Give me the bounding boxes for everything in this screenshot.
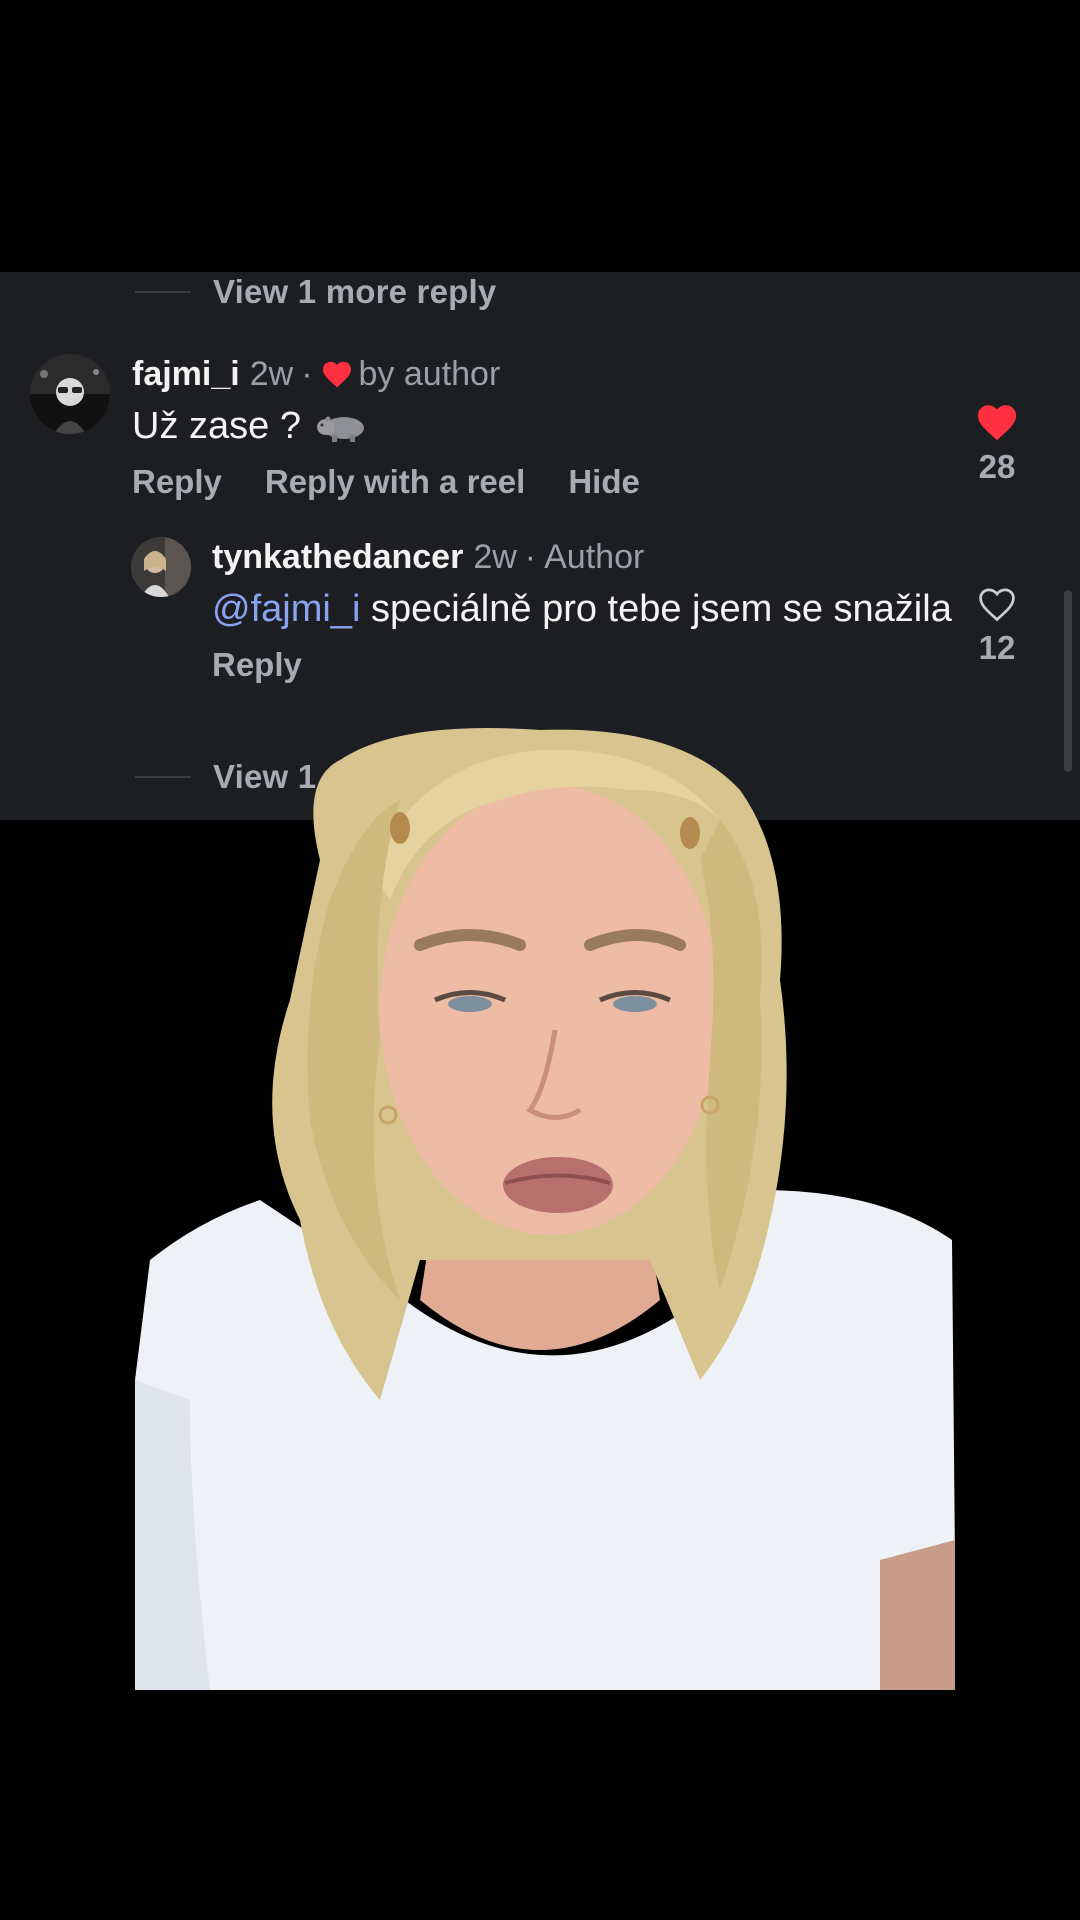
- avatar-fajmi-i[interactable]: [30, 354, 110, 434]
- view-more-replies-top[interactable]: View 1 more reply: [135, 272, 496, 312]
- mention-link[interactable]: @fajmi_i: [212, 588, 360, 630]
- comments-scrollbar[interactable]: [1064, 590, 1072, 772]
- comment-meta: tynkathedancer 2w · Author: [212, 537, 952, 577]
- view-more-label[interactable]: View 1 more: [213, 758, 407, 796]
- like-count: 12: [978, 629, 1016, 666]
- comments-panel: View 1 more reply fajmi_i 2w · by author…: [0, 272, 1080, 820]
- view-more-label[interactable]: View 1 more reply: [213, 273, 496, 311]
- heart-filled-icon: [322, 361, 351, 388]
- thread-line: [135, 291, 191, 293]
- avatar-image: [131, 537, 191, 597]
- reply-with-reel-button[interactable]: Reply with a reel: [265, 460, 525, 504]
- hippo-emoji-icon: [316, 416, 364, 442]
- comment-tynkathedancer: tynkathedancer 2w · Author @fajmi_i spec…: [212, 537, 952, 687]
- comment-fajmi-i: fajmi_i 2w · by author Už zase ? Reply R…: [132, 354, 952, 504]
- comment-text: speciálně pro tebe jsem se snažila: [370, 588, 952, 630]
- comment-body: @fajmi_i speciálně pro tebe jsem se snaž…: [212, 585, 952, 633]
- avatar-tynkathedancer[interactable]: [131, 537, 191, 597]
- comment-meta: fajmi_i 2w · by author: [132, 354, 952, 394]
- reply-button[interactable]: Reply: [132, 460, 222, 504]
- reel-screen: View 1 more reply fajmi_i 2w · by author…: [0, 0, 1080, 1920]
- comment-username[interactable]: fajmi_i: [132, 354, 240, 394]
- meta-separator: ·: [524, 538, 537, 576]
- comment-text: Už zase ?: [132, 405, 301, 447]
- comment-time: 2w: [473, 538, 517, 576]
- avatar-image: [30, 354, 110, 434]
- comment-actions: Reply Reply with a reel Hide: [132, 460, 952, 504]
- comment-actions: Reply: [212, 643, 952, 687]
- author-badge: Author: [544, 538, 645, 576]
- meta-separator: ·: [301, 355, 313, 393]
- liked-by-author-label: by author: [358, 355, 501, 393]
- comment-body: Už zase ?: [132, 402, 952, 450]
- like-count: 28: [978, 448, 1016, 485]
- comment-username[interactable]: tynkathedancer: [212, 537, 463, 577]
- heart-outline-icon[interactable]: [976, 585, 1018, 623]
- hide-button[interactable]: Hide: [568, 460, 640, 504]
- view-more-replies-bottom[interactable]: View 1 more: [135, 757, 407, 797]
- reply-button[interactable]: Reply: [212, 643, 302, 687]
- comment-time: 2w: [249, 355, 294, 393]
- heart-filled-icon[interactable]: [975, 402, 1019, 442]
- like-column-1: 28: [962, 402, 1032, 486]
- thread-line: [135, 776, 191, 778]
- like-column-2: 12: [962, 585, 1032, 667]
